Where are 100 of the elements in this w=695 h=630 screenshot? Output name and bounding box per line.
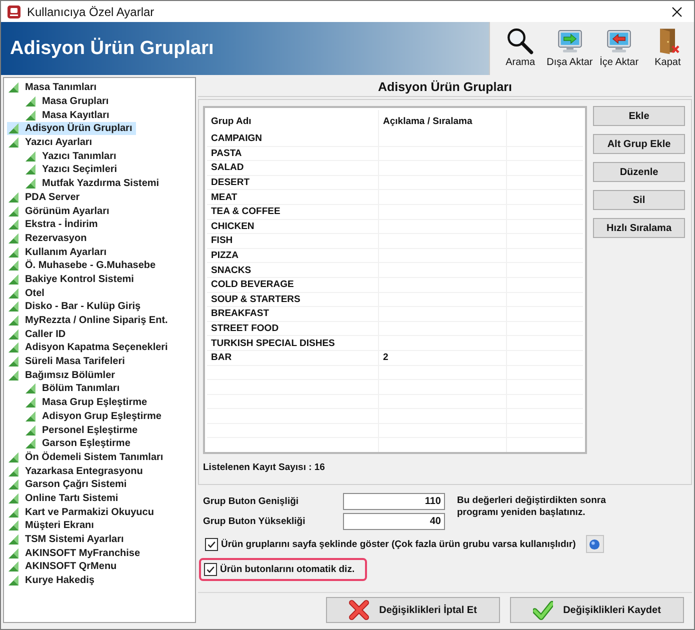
triangle-icon <box>25 164 36 176</box>
close-icon[interactable] <box>672 6 682 16</box>
tree-item[interactable]: Ekstra - İndirim <box>7 218 102 232</box>
tree-item[interactable]: Masa Kayıtları <box>24 108 114 122</box>
field-label: Grup Buton Genişliği <box>203 496 300 507</box>
triangle-icon <box>8 370 19 381</box>
table-cell: 2 <box>383 352 388 364</box>
tree-item[interactable]: PDA Server <box>7 190 84 204</box>
triangle-icon <box>8 192 19 203</box>
tree-item[interactable]: Ö. Muhasebe - G.Muhasebe <box>7 259 160 272</box>
toolbar-button[interactable]: İçe Aktar <box>594 24 644 75</box>
triangle-icon <box>8 575 19 586</box>
triangle-icon <box>8 466 19 477</box>
footer-button[interactable]: Değişiklikleri İptal Et <box>326 597 500 623</box>
action-button[interactable]: Düzenle <box>593 162 685 182</box>
panel-title: Adisyon Ürün Grupları <box>378 80 512 94</box>
triangle-icon <box>8 232 19 244</box>
triangle-icon <box>25 96 36 108</box>
tree-item[interactable]: Masa Grup Eşleştirme <box>24 396 152 410</box>
triangle-icon <box>8 315 19 326</box>
triangle-icon <box>8 452 19 463</box>
toolbar-button[interactable]: Arama <box>496 24 545 75</box>
action-button[interactable]: Sil <box>593 190 685 210</box>
action-button[interactable]: Alt Grup Ekle <box>593 134 685 154</box>
input-field[interactable]: 40 <box>343 513 445 530</box>
table-cell: BAR <box>211 352 232 364</box>
tree-item[interactable]: AKINSOFT MyFranchise <box>7 546 144 560</box>
triangle-icon <box>25 150 36 162</box>
tree-item[interactable]: Yazıcı Seçimleri <box>24 163 122 176</box>
window-title: Kullanıcıya Özel Ayarlar <box>27 4 156 18</box>
tree-item[interactable]: Adisyon Ürün Grupları <box>7 122 136 136</box>
tree-item[interactable]: Yazıcı Tanımları <box>24 150 120 163</box>
table-cell: CHICKEN <box>211 220 254 232</box>
tree-item[interactable]: Kart ve Parmakizi Okuyucu <box>7 506 158 519</box>
help-button[interactable] <box>586 535 604 553</box>
tree-item[interactable]: MyRezzta / Online Sipariş Ent. <box>7 314 172 328</box>
input-field[interactable]: 110 <box>343 493 445 510</box>
tree-item[interactable]: Adisyon Grup Eşleştirme <box>24 410 166 423</box>
table-cell: TURKISH SPECIAL DISHES <box>211 338 335 349</box>
checkbox[interactable] <box>204 563 217 576</box>
tree-item[interactable]: Online Tartı Sistemi <box>7 492 122 505</box>
tree-item[interactable]: Otel <box>7 286 48 300</box>
column-header: Açıklama / Sıralama <box>379 110 507 132</box>
cross-icon <box>349 600 370 620</box>
app-icon <box>7 4 21 18</box>
action-button[interactable]: Ekle <box>593 106 685 126</box>
tree-item[interactable]: Masa Grupları <box>24 95 113 108</box>
tree-item[interactable]: Görünüm Ayarları <box>7 204 114 218</box>
tree-item[interactable]: Caller ID <box>7 328 70 341</box>
tree-item[interactable]: Müşteri Ekranı <box>7 519 98 532</box>
table-cell: CAMPAIGN <box>211 133 262 144</box>
triangle-icon <box>8 506 19 518</box>
table-cell: TEA & COFFEE <box>211 206 280 218</box>
tree-item[interactable]: Yazıcı Ayarları <box>7 136 96 150</box>
tree-item[interactable]: Rezervasyon <box>7 232 91 245</box>
tree-item[interactable]: TSM Sistemi Ayarları <box>7 533 128 546</box>
table-cell: FISH <box>211 235 233 246</box>
tree-item[interactable]: AKINSOFT QrMenu <box>7 560 121 574</box>
restart-note: Bu değerleri değiştirdikten sonra programı yeniden başlatınız. <box>457 495 607 519</box>
triangle-icon <box>25 383 36 394</box>
triangle-icon <box>8 274 19 285</box>
tree-item[interactable]: Garson Eşleştirme <box>24 437 134 450</box>
checkbox-label: Ürün gruplarını sayfa şeklinde göster (Çok fazla ürün grubu varsa kullanışlıdır) <box>221 538 576 550</box>
tree-item[interactable]: Masa Tanımları <box>7 81 101 94</box>
column-header: Grup Adı <box>207 110 379 132</box>
table-cell: SOUP & STARTERS <box>211 294 300 305</box>
triangle-icon <box>8 492 19 504</box>
triangle-icon <box>8 561 19 572</box>
triangle-icon <box>25 410 36 422</box>
triangle-icon <box>25 438 36 450</box>
tree-item[interactable]: Disko - Bar - Kulüp Giriş <box>7 300 145 314</box>
tree-item[interactable]: Bakiye Kontrol Sistemi <box>7 272 138 286</box>
tree-item[interactable]: Garson Çağrı Sistemi <box>7 478 131 492</box>
tree-item[interactable]: Kurye Hakediş <box>7 574 98 588</box>
triangle-icon <box>8 206 19 217</box>
checkbox[interactable] <box>205 538 218 550</box>
help-icon <box>589 538 600 550</box>
header-title: Adisyon Ürün Grupları <box>10 38 214 60</box>
tree-item[interactable]: Ön Ödemeli Sistem Tanımları <box>7 450 168 464</box>
table-cell: COLD BEVERAGE <box>211 279 294 290</box>
toolbar-button[interactable]: Dışa Aktar <box>544 24 595 75</box>
triangle-icon <box>25 110 36 121</box>
toolbar-button[interactable]: Kapat <box>643 24 692 75</box>
tree-item[interactable]: Yazarkasa Entegrasyonu <box>7 464 147 478</box>
tree-item[interactable]: Kullanım Ayarları <box>7 246 111 259</box>
triangle-icon <box>8 342 19 354</box>
tree-item[interactable]: Mutfak Yazdırma Sistemi <box>24 177 164 190</box>
tree-item[interactable]: Bölüm Tanımları <box>24 382 124 396</box>
triangle-icon <box>8 137 19 148</box>
action-button[interactable]: Hızlı Sıralama <box>593 218 685 238</box>
triangle-icon <box>8 479 19 490</box>
table-cell: MEAT <box>211 192 238 203</box>
triangle-icon <box>8 328 19 340</box>
tree-item[interactable]: Süreli Masa Tarifeleri <box>7 355 129 368</box>
triangle-icon <box>8 288 19 299</box>
tree-item[interactable]: Bağımsız Bölümler <box>7 368 120 382</box>
footer-button[interactable]: Değişiklikleri Kaydet <box>510 597 684 623</box>
triangle-icon <box>25 424 36 436</box>
tree-item[interactable]: Personel Eşleştirme <box>24 424 142 437</box>
tree-item[interactable]: Adisyon Kapatma Seçenekleri <box>7 341 172 354</box>
